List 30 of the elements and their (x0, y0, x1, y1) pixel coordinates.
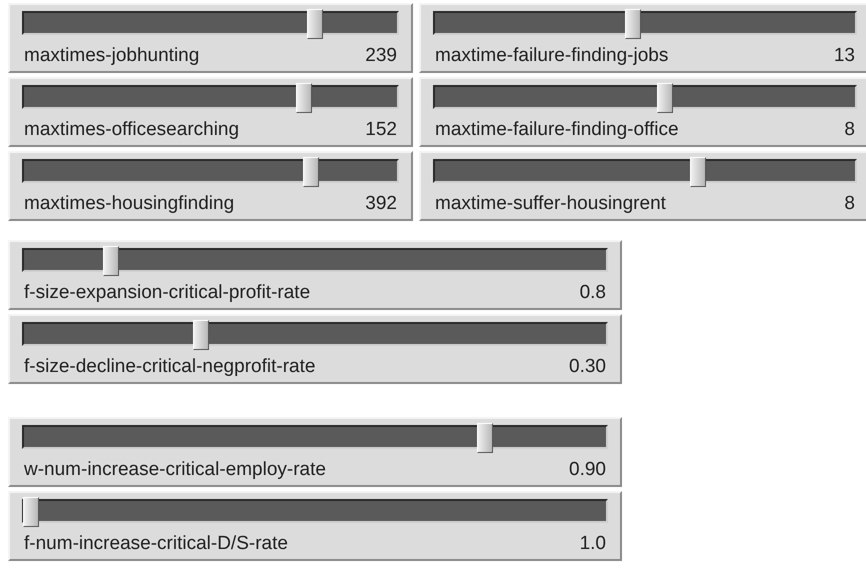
slider-label: maxtimes-officesearching (24, 120, 240, 141)
slider-value: 8 (844, 194, 855, 215)
slider-label: maxtimes-housingfinding (24, 194, 234, 215)
slider-thumb[interactable] (23, 497, 39, 527)
slider-label: maxtime-suffer-housingrent (435, 194, 666, 215)
slider-value: 0.90 (569, 460, 606, 481)
slider-value: 239 (365, 46, 397, 67)
slider-thumb[interactable] (102, 246, 119, 276)
slider-value: 0.8 (580, 283, 606, 304)
slider-label: w-num-increase-critical-employ-rate (24, 460, 326, 481)
slider-label: f-size-expansion-critical-profit-rate (24, 283, 310, 304)
slider-thumb[interactable] (690, 157, 706, 187)
slider-value: 8 (844, 120, 855, 141)
slider-value: 13 (834, 46, 855, 67)
slider-thumb[interactable] (303, 157, 320, 187)
slider-value: 152 (365, 120, 397, 141)
slider-thumb[interactable] (624, 9, 641, 39)
slider-label: maxtime-failure-finding-jobs (435, 46, 668, 67)
slider-label: f-num-increase-critical-D/S-rate (24, 534, 288, 555)
slider-label: f-size-decline-critical-negprofit-rate (24, 357, 316, 378)
slider-label: maxtimes-jobhunting (24, 46, 200, 67)
slider-value: 1.0 (580, 534, 606, 555)
slider-label: maxtime-failure-finding-office (435, 120, 679, 141)
slider-thumb[interactable] (657, 83, 674, 113)
slider-value: 392 (365, 194, 397, 215)
slider-thumb[interactable] (477, 423, 494, 453)
slider-thumb[interactable] (296, 83, 312, 113)
slider-thumb[interactable] (193, 320, 210, 350)
slider-thumb[interactable] (306, 9, 323, 39)
slider-value: 0.30 (569, 357, 606, 378)
